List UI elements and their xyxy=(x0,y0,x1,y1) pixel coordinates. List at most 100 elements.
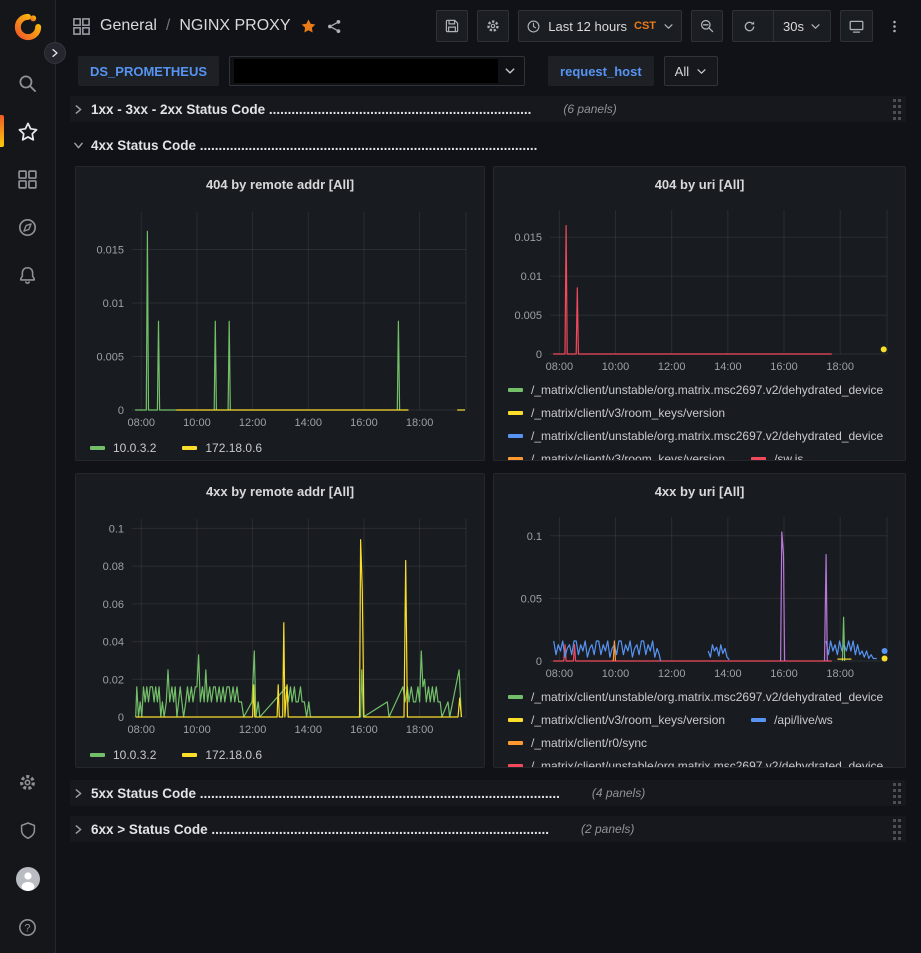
legend-row: /_matrix/client/v3/room_keys/version/api… xyxy=(508,708,897,731)
panel-title[interactable]: 4xx by remote addr [All] xyxy=(84,479,476,503)
legend-series-color xyxy=(182,753,197,757)
time-series-chart[interactable]: 00.050.108:0010:0012:0014:0016:0018:00 xyxy=(502,503,899,685)
dashboard-grid: 1xx - 3xx - 2xx Status Code ............… xyxy=(56,90,921,842)
zoom-out-time-button[interactable] xyxy=(691,10,723,42)
svg-text:10:00: 10:00 xyxy=(183,724,211,736)
star-filled-icon[interactable] xyxy=(300,18,317,35)
legend-item[interactable]: 172.18.0.6 xyxy=(182,441,262,455)
legend-item[interactable]: /_matrix/client/v3/room_keys/version xyxy=(508,406,725,420)
share-icon[interactable] xyxy=(326,18,343,35)
row-header-5xx[interactable]: 5xx Status Code ........................… xyxy=(70,780,906,806)
sidebar-item-search[interactable] xyxy=(0,72,55,95)
sidebar-item-server-admin[interactable] xyxy=(0,819,55,842)
redacted-value xyxy=(234,59,498,83)
dashboard-settings-button[interactable] xyxy=(477,10,509,42)
apps-icon xyxy=(72,17,91,36)
legend-row: /_matrix/client/unstable/org.matrix.msc2… xyxy=(508,685,897,708)
refresh-icon xyxy=(742,19,757,34)
panel-404-by-uri: 404 by uri [All] 00.0050.010.01508:0010:… xyxy=(493,166,906,461)
person-icon xyxy=(16,867,40,891)
chart-legend: /_matrix/client/unstable/org.matrix.msc2… xyxy=(502,378,897,461)
panel-4xx-by-remote-addr: 4xx by remote addr [All] 00.020.040.060.… xyxy=(75,473,485,768)
svg-text:0.005: 0.005 xyxy=(514,310,542,322)
refresh-interval-dropdown[interactable]: 30s xyxy=(773,11,830,41)
row-drag-handle[interactable] xyxy=(892,782,902,805)
legend-series-label: /api/live/ws xyxy=(774,713,833,727)
shield-icon xyxy=(18,821,38,841)
user-avatar[interactable] xyxy=(16,867,40,891)
svg-text:?: ? xyxy=(24,922,30,934)
zoom-out-icon xyxy=(699,18,715,34)
legend-row: /_matrix/client/unstable/org.matrix.msc2… xyxy=(508,754,897,768)
kebab-menu-icon xyxy=(887,18,902,35)
legend-item[interactable]: /api/live/ws xyxy=(751,713,833,727)
legend-item[interactable]: /_matrix/client/v3/room_keys/version xyxy=(508,713,725,727)
svg-text:0.02: 0.02 xyxy=(103,674,124,686)
more-options-button[interactable] xyxy=(882,10,906,42)
sidebar-item-help[interactable]: ? xyxy=(0,916,55,939)
svg-text:12:00: 12:00 xyxy=(239,724,267,736)
breadcrumb-dashboard-title[interactable]: NGINX PROXY xyxy=(179,17,290,35)
legend-item[interactable]: /_matrix/client/unstable/org.matrix.msc2… xyxy=(508,383,883,397)
svg-text:0.06: 0.06 xyxy=(103,599,124,611)
sidebar-item-alerting[interactable] xyxy=(0,264,55,287)
legend-series-color xyxy=(508,764,523,768)
legend-item[interactable]: /sw.js xyxy=(751,452,803,462)
legend-item[interactable]: /_matrix/client/unstable/org.matrix.msc2… xyxy=(508,690,883,704)
row-title: 1xx - 3xx - 2xx Status Code ............… xyxy=(91,102,531,117)
panel-title[interactable]: 404 by uri [All] xyxy=(502,172,897,196)
sidebar-item-starred[interactable] xyxy=(0,120,55,143)
legend-series-label: 172.18.0.6 xyxy=(205,441,262,455)
legend-item[interactable]: /_matrix/client/r0/sync xyxy=(508,736,647,750)
svg-text:16:00: 16:00 xyxy=(350,417,378,429)
time-range-picker[interactable]: Last 12 hours CST xyxy=(518,10,682,42)
variable-value-request-host[interactable]: All xyxy=(664,56,718,86)
refresh-button[interactable] xyxy=(733,11,766,41)
chevron-down-icon xyxy=(504,65,516,77)
row-drag-handle[interactable] xyxy=(892,818,902,841)
legend-series-color xyxy=(508,457,523,461)
save-dashboard-button[interactable] xyxy=(436,10,468,42)
legend-item[interactable]: 10.0.3.2 xyxy=(90,441,156,455)
tv-mode-button[interactable] xyxy=(840,10,873,42)
clock-icon xyxy=(526,19,541,34)
sidebar-item-dashboards[interactable] xyxy=(0,168,55,191)
breadcrumb-separator: / xyxy=(166,17,170,35)
monitor-icon xyxy=(848,18,865,35)
chart-legend: 10.0.3.2 172.18.0.6 xyxy=(84,436,476,459)
sidebar-item-configuration[interactable] xyxy=(0,771,55,794)
gear-icon xyxy=(485,18,501,34)
legend-row: 10.0.3.2 172.18.0.6 xyxy=(90,436,476,459)
row-drag-handle[interactable] xyxy=(892,98,902,121)
panel-row: 404 by remote addr [All] 00.0050.010.015… xyxy=(70,166,906,461)
legend-series-label: /_matrix/client/r0/sync xyxy=(531,736,647,750)
row-header-6xx[interactable]: 6xx > Status Code ......................… xyxy=(70,816,906,842)
variable-value-ds-prometheus[interactable] xyxy=(229,56,525,86)
row-header-1xx-3xx-2xx[interactable]: 1xx - 3xx - 2xx Status Code ............… xyxy=(70,96,906,122)
time-series-chart[interactable]: 00.0050.010.01508:0010:0012:0014:0016:00… xyxy=(84,196,476,436)
legend-series-color xyxy=(751,718,766,722)
panel-title[interactable]: 4xx by uri [All] xyxy=(502,479,897,503)
legend-series-label: 10.0.3.2 xyxy=(113,441,156,455)
legend-item[interactable]: /_matrix/client/unstable/org.matrix.msc2… xyxy=(508,429,883,443)
legend-item[interactable]: 172.18.0.6 xyxy=(182,748,262,762)
row-panel-count: (2 panels) xyxy=(581,822,634,836)
variables-bar: DS_PROMETHEUS request_host All xyxy=(56,52,921,90)
legend-item[interactable]: /_matrix/client/v3/room_keys/version xyxy=(508,452,725,462)
time-series-chart[interactable]: 00.0050.010.01508:0010:0012:0014:0016:00… xyxy=(502,196,899,378)
star-icon xyxy=(17,121,39,143)
legend-series-label: /sw.js xyxy=(774,452,803,462)
time-series-chart[interactable]: 00.020.040.060.080.108:0010:0012:0014:00… xyxy=(84,503,476,743)
timezone-badge: CST xyxy=(634,20,656,32)
row-header-4xx[interactable]: 4xx Status Code ........................… xyxy=(70,132,906,158)
sidebar-expand-button[interactable] xyxy=(44,42,66,64)
grafana-logo[interactable] xyxy=(13,12,43,42)
refresh-picker: 30s xyxy=(732,10,831,42)
legend-row: /_matrix/client/unstable/org.matrix.msc2… xyxy=(508,424,897,447)
legend-item[interactable]: /_matrix/client/unstable/org.matrix.msc2… xyxy=(508,759,883,769)
legend-item[interactable]: 10.0.3.2 xyxy=(90,748,156,762)
breadcrumb-folder[interactable]: General xyxy=(100,17,157,35)
legend-series-label: /_matrix/client/unstable/org.matrix.msc2… xyxy=(531,383,883,397)
sidebar-item-explore[interactable] xyxy=(0,216,55,239)
panel-title[interactable]: 404 by remote addr [All] xyxy=(84,172,476,196)
